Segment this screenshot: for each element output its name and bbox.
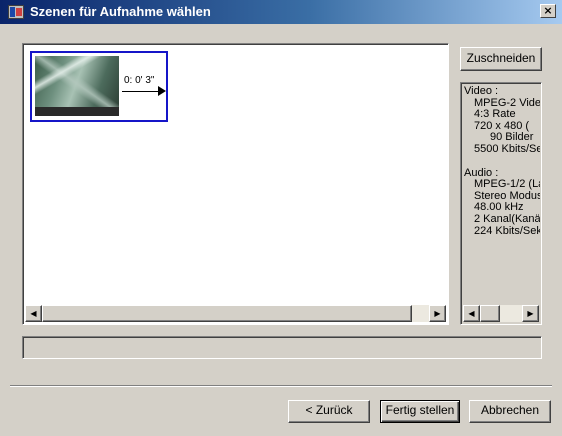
- scroll-right-button[interactable]: ▶: [429, 305, 446, 322]
- scenes-list[interactable]: 0: 0' 3" ◀ ▶: [22, 43, 449, 325]
- info-spacer: [464, 156, 540, 168]
- video-bitrate: 5500 Kbits/Sek: [474, 142, 540, 155]
- info-scroll-left-button[interactable]: ◀: [463, 305, 480, 322]
- audio-channels: 2 Kanal(Kanäle): [474, 212, 540, 225]
- progress-bar: [22, 336, 542, 359]
- video-heading: Video :: [464, 86, 499, 97]
- window-title: Szenen für Aufnahme wählen: [30, 4, 211, 19]
- cancel-button[interactable]: Abbrechen: [469, 400, 551, 423]
- title-bar[interactable]: Szenen für Aufnahme wählen ×: [0, 0, 562, 24]
- info-horizontal-scrollbar[interactable]: ◀ ▶: [463, 305, 539, 322]
- crop-button[interactable]: Zuschneiden: [460, 47, 542, 71]
- media-info-text: Video : MPEG-2 Video 4:3 Rate 720 x 480 …: [464, 86, 540, 306]
- info-scroll-right-button[interactable]: ▶: [522, 305, 539, 322]
- app-icon: [8, 5, 24, 19]
- scroll-thumb[interactable]: [42, 305, 412, 322]
- arrow-head-icon: [158, 86, 166, 96]
- scene-duration: 0: 0' 3": [124, 75, 155, 86]
- audio-codec: MPEG-1/2 (Layer II): [474, 178, 540, 191]
- scroll-left-button[interactable]: ◀: [25, 305, 42, 322]
- scenes-horizontal-scrollbar[interactable]: ◀ ▶: [25, 305, 446, 322]
- audio-bitrate: 224 Kbits/Sek: [474, 224, 540, 237]
- media-info-panel: Video : MPEG-2 Video 4:3 Rate 720 x 480 …: [460, 82, 542, 325]
- scene-item[interactable]: 0: 0' 3": [30, 51, 168, 122]
- back-button[interactable]: < Zurück: [288, 400, 370, 423]
- info-scroll-thumb[interactable]: [480, 305, 500, 322]
- scene-thumbnail: [35, 56, 119, 116]
- finish-button[interactable]: Fertig stellen: [380, 400, 460, 423]
- close-button[interactable]: ×: [540, 4, 556, 18]
- footer-separator: [10, 385, 552, 387]
